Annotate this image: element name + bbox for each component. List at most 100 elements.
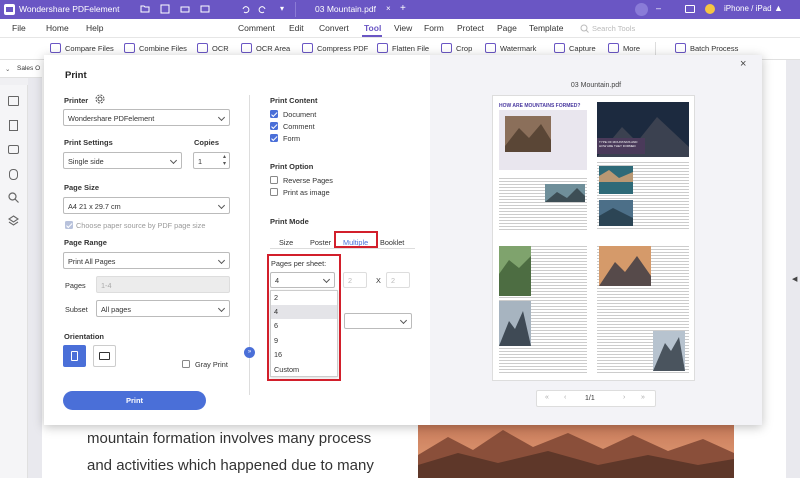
- more-button[interactable]: More: [608, 43, 640, 53]
- menu-view[interactable]: View: [394, 23, 412, 33]
- chevron-down-icon: [217, 113, 226, 122]
- print-button[interactable]: Print: [63, 391, 206, 410]
- pages-input[interactable]: 1-4: [96, 276, 230, 293]
- watermark-button[interactable]: Watermark: [485, 43, 536, 53]
- tab-booklet[interactable]: Booklet: [380, 238, 404, 247]
- chevron-down-icon: [399, 316, 408, 325]
- portrait-button[interactable]: [63, 345, 86, 367]
- menu-edit[interactable]: Edit: [289, 23, 304, 33]
- search-tools-input[interactable]: Search Tools: [592, 24, 635, 33]
- hidden-select[interactable]: [344, 313, 412, 329]
- tab-size[interactable]: Size: [279, 238, 293, 247]
- highlight-multiple-tab: [334, 231, 378, 248]
- menu-file[interactable]: File: [12, 23, 26, 33]
- new-tab-icon[interactable]: +: [400, 3, 406, 14]
- right-panel-toggle-icon[interactable]: ◀: [792, 275, 797, 283]
- first-page-icon[interactable]: «: [545, 394, 549, 401]
- menu-protect[interactable]: Protect: [457, 23, 484, 33]
- menu-home[interactable]: Home: [46, 23, 69, 33]
- paper-source-label: Choose paper source by PDF page size: [76, 221, 206, 230]
- decrement-icon[interactable]: ▾: [223, 160, 226, 167]
- print-settings-label: Print Settings: [64, 138, 113, 147]
- menu-convert[interactable]: Convert: [319, 23, 349, 33]
- theme-icon[interactable]: [705, 4, 715, 14]
- next-page-icon[interactable]: ›: [623, 394, 625, 401]
- capture-icon: [554, 43, 565, 53]
- save-icon[interactable]: [160, 4, 170, 14]
- compress-pdf-button[interactable]: Compress PDF: [302, 43, 368, 53]
- page-range-select[interactable]: Print All Pages: [63, 252, 230, 269]
- email-icon[interactable]: [200, 4, 210, 14]
- print-settings-select[interactable]: Single side: [63, 152, 182, 169]
- menu-comment[interactable]: Comment: [238, 23, 275, 33]
- print-as-image-checkbox[interactable]: [270, 188, 278, 196]
- collapse-toggle-icon[interactable]: »: [244, 347, 255, 358]
- minimize-icon[interactable]: –: [656, 3, 661, 13]
- ocr-area-button[interactable]: OCR Area: [241, 43, 290, 53]
- thumbnails-icon[interactable]: [8, 96, 19, 106]
- menu-tool[interactable]: Tool: [364, 23, 381, 33]
- flatten-file-button[interactable]: Flatten File: [377, 43, 429, 53]
- avatar[interactable]: [635, 3, 648, 16]
- print-icon[interactable]: [180, 4, 190, 14]
- rows-stepper[interactable]: 2: [386, 272, 410, 288]
- menu-help[interactable]: Help: [86, 23, 103, 33]
- chevron-down-icon[interactable]: ⌄: [5, 65, 10, 73]
- portrait-icon: [71, 351, 78, 361]
- printer-select[interactable]: Wondershare PDFelement: [63, 109, 230, 126]
- last-page-icon[interactable]: »: [641, 394, 645, 401]
- preview-coast-image: [599, 200, 633, 226]
- columns-stepper[interactable]: 2: [343, 272, 367, 288]
- document-checkbox[interactable]: [270, 110, 278, 118]
- preview-card-heading: TYPE OF MOUNTAINS AND HOW ARE THEY FORME…: [599, 140, 638, 148]
- reverse-pages-checkbox[interactable]: [270, 176, 278, 184]
- copies-stepper[interactable]: 1 ▴ ▾: [193, 152, 230, 169]
- combine-icon: [124, 43, 135, 53]
- redo-icon[interactable]: [258, 4, 268, 14]
- compare-files-button[interactable]: Compare Files: [50, 43, 114, 53]
- breadcrumb[interactable]: Sales O: [17, 65, 40, 72]
- search-icon: [580, 24, 589, 33]
- gray-print-label: Gray Print: [195, 360, 228, 369]
- batch-process-button[interactable]: Batch Process: [675, 43, 738, 53]
- increment-icon[interactable]: ▴: [223, 153, 226, 160]
- device-label[interactable]: iPhone / iPad: [724, 4, 772, 13]
- bookmark-icon[interactable]: [9, 120, 18, 131]
- menu-template[interactable]: Template: [529, 23, 564, 33]
- printer-settings-gear-icon[interactable]: [95, 94, 105, 104]
- menu-bar: File Home Help Comment Edit Convert Tool…: [0, 19, 800, 38]
- attachment-icon[interactable]: [9, 169, 18, 180]
- comment-icon[interactable]: [8, 145, 19, 154]
- form-checkbox[interactable]: [270, 134, 278, 142]
- highlight-pages-per-sheet: [267, 254, 341, 381]
- menu-page[interactable]: Page: [497, 23, 517, 33]
- file-tab[interactable]: 03 Mountain.pdf: [315, 4, 376, 14]
- window-mode-icon[interactable]: [685, 5, 695, 13]
- preview-peak-image: [499, 301, 531, 346]
- ocr-button[interactable]: OCR: [197, 43, 229, 53]
- close-dialog-icon[interactable]: ×: [740, 58, 746, 70]
- gray-print-checkbox[interactable]: [182, 360, 190, 368]
- comment-checkbox[interactable]: [270, 122, 278, 130]
- undo-icon[interactable]: [240, 4, 250, 14]
- prev-page-icon[interactable]: ‹: [564, 394, 566, 401]
- tab-poster[interactable]: Poster: [310, 238, 331, 247]
- landscape-button[interactable]: [93, 345, 116, 367]
- search-icon[interactable]: [8, 192, 19, 203]
- close-tab-icon[interactable]: ×: [386, 4, 391, 13]
- layers-icon[interactable]: [8, 215, 19, 226]
- active-tab-indicator: [362, 35, 382, 37]
- subset-select[interactable]: All pages: [96, 300, 230, 317]
- capture-button[interactable]: Capture: [554, 43, 596, 53]
- crop-button[interactable]: Crop: [441, 43, 472, 53]
- page-size-select[interactable]: A4 21 x 29.7 cm: [63, 197, 230, 214]
- open-folder-icon[interactable]: [140, 4, 150, 14]
- menu-form[interactable]: Form: [424, 23, 444, 33]
- paper-source-checkbox[interactable]: [65, 221, 73, 229]
- menu-more-icon[interactable]: ▲: [774, 3, 783, 13]
- tab-divider: [270, 248, 415, 249]
- combine-files-button[interactable]: Combine Files: [124, 43, 187, 53]
- menu-chevron-icon[interactable]: ▾: [280, 4, 284, 13]
- ocr-icon: [197, 43, 208, 53]
- preview-thumb-image: [545, 184, 585, 202]
